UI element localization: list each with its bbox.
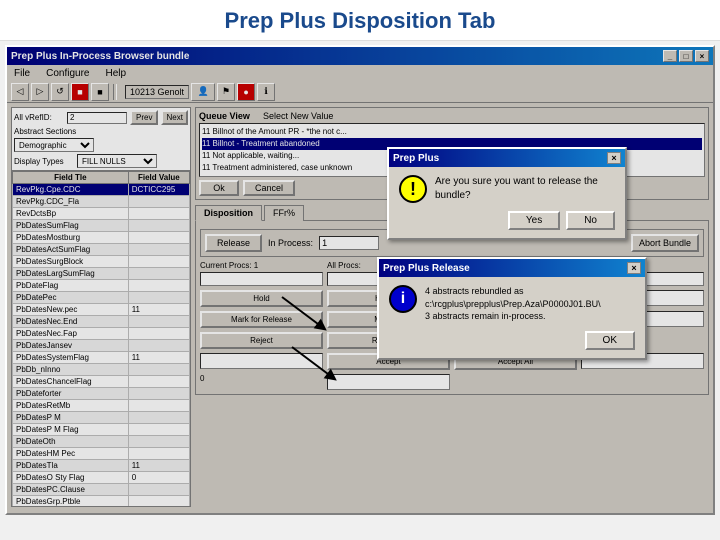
release-icon-row: i 4 abstracts rebundled asc:\rcgplus\pre… xyxy=(389,285,635,323)
confirm-dialog-buttons: Yes No xyxy=(399,211,615,230)
confirm-dialog-message: Are you sure you want to release the bun… xyxy=(435,175,615,203)
app-window: Prep Plus In-Process Browser bundle _ □ … xyxy=(5,45,715,515)
confirm-no-button[interactable]: No xyxy=(566,211,615,230)
info-icon: i xyxy=(389,285,417,313)
warning-icon: ! xyxy=(399,175,427,203)
release-dialog-buttons: OK xyxy=(389,331,635,350)
page-title: Prep Plus Disposition Tab xyxy=(0,8,720,34)
confirm-dialog-titlebar: Prep Plus × xyxy=(389,149,625,167)
release-dialog-close[interactable]: × xyxy=(627,262,641,274)
confirm-icon-row: ! Are you sure you want to release the b… xyxy=(399,175,615,203)
release-ok-button[interactable]: OK xyxy=(585,331,635,350)
confirm-dialog-close[interactable]: × xyxy=(607,152,621,164)
dialog-overlay: Prep Plus × ! Are you sure you want to r… xyxy=(7,47,713,513)
release-dialog-titlebar: Prep Plus Release × xyxy=(379,259,645,277)
release-dialog-message: 4 abstracts rebundled asc:\rcgplus\prepp… xyxy=(425,285,601,323)
confirm-dialog-body: ! Are you sure you want to release the b… xyxy=(389,167,625,238)
release-dialog-body: i 4 abstracts rebundled asc:\rcgplus\pre… xyxy=(379,277,645,358)
confirm-dialog: Prep Plus × ! Are you sure you want to r… xyxy=(387,147,627,240)
confirm-dialog-title: Prep Plus xyxy=(393,153,439,164)
release-dialog-title: Prep Plus Release xyxy=(383,263,470,274)
confirm-yes-button[interactable]: Yes xyxy=(508,211,560,230)
release-dialog: Prep Plus Release × i 4 abstracts rebund… xyxy=(377,257,647,360)
page-title-bar: Prep Plus Disposition Tab xyxy=(0,0,720,41)
